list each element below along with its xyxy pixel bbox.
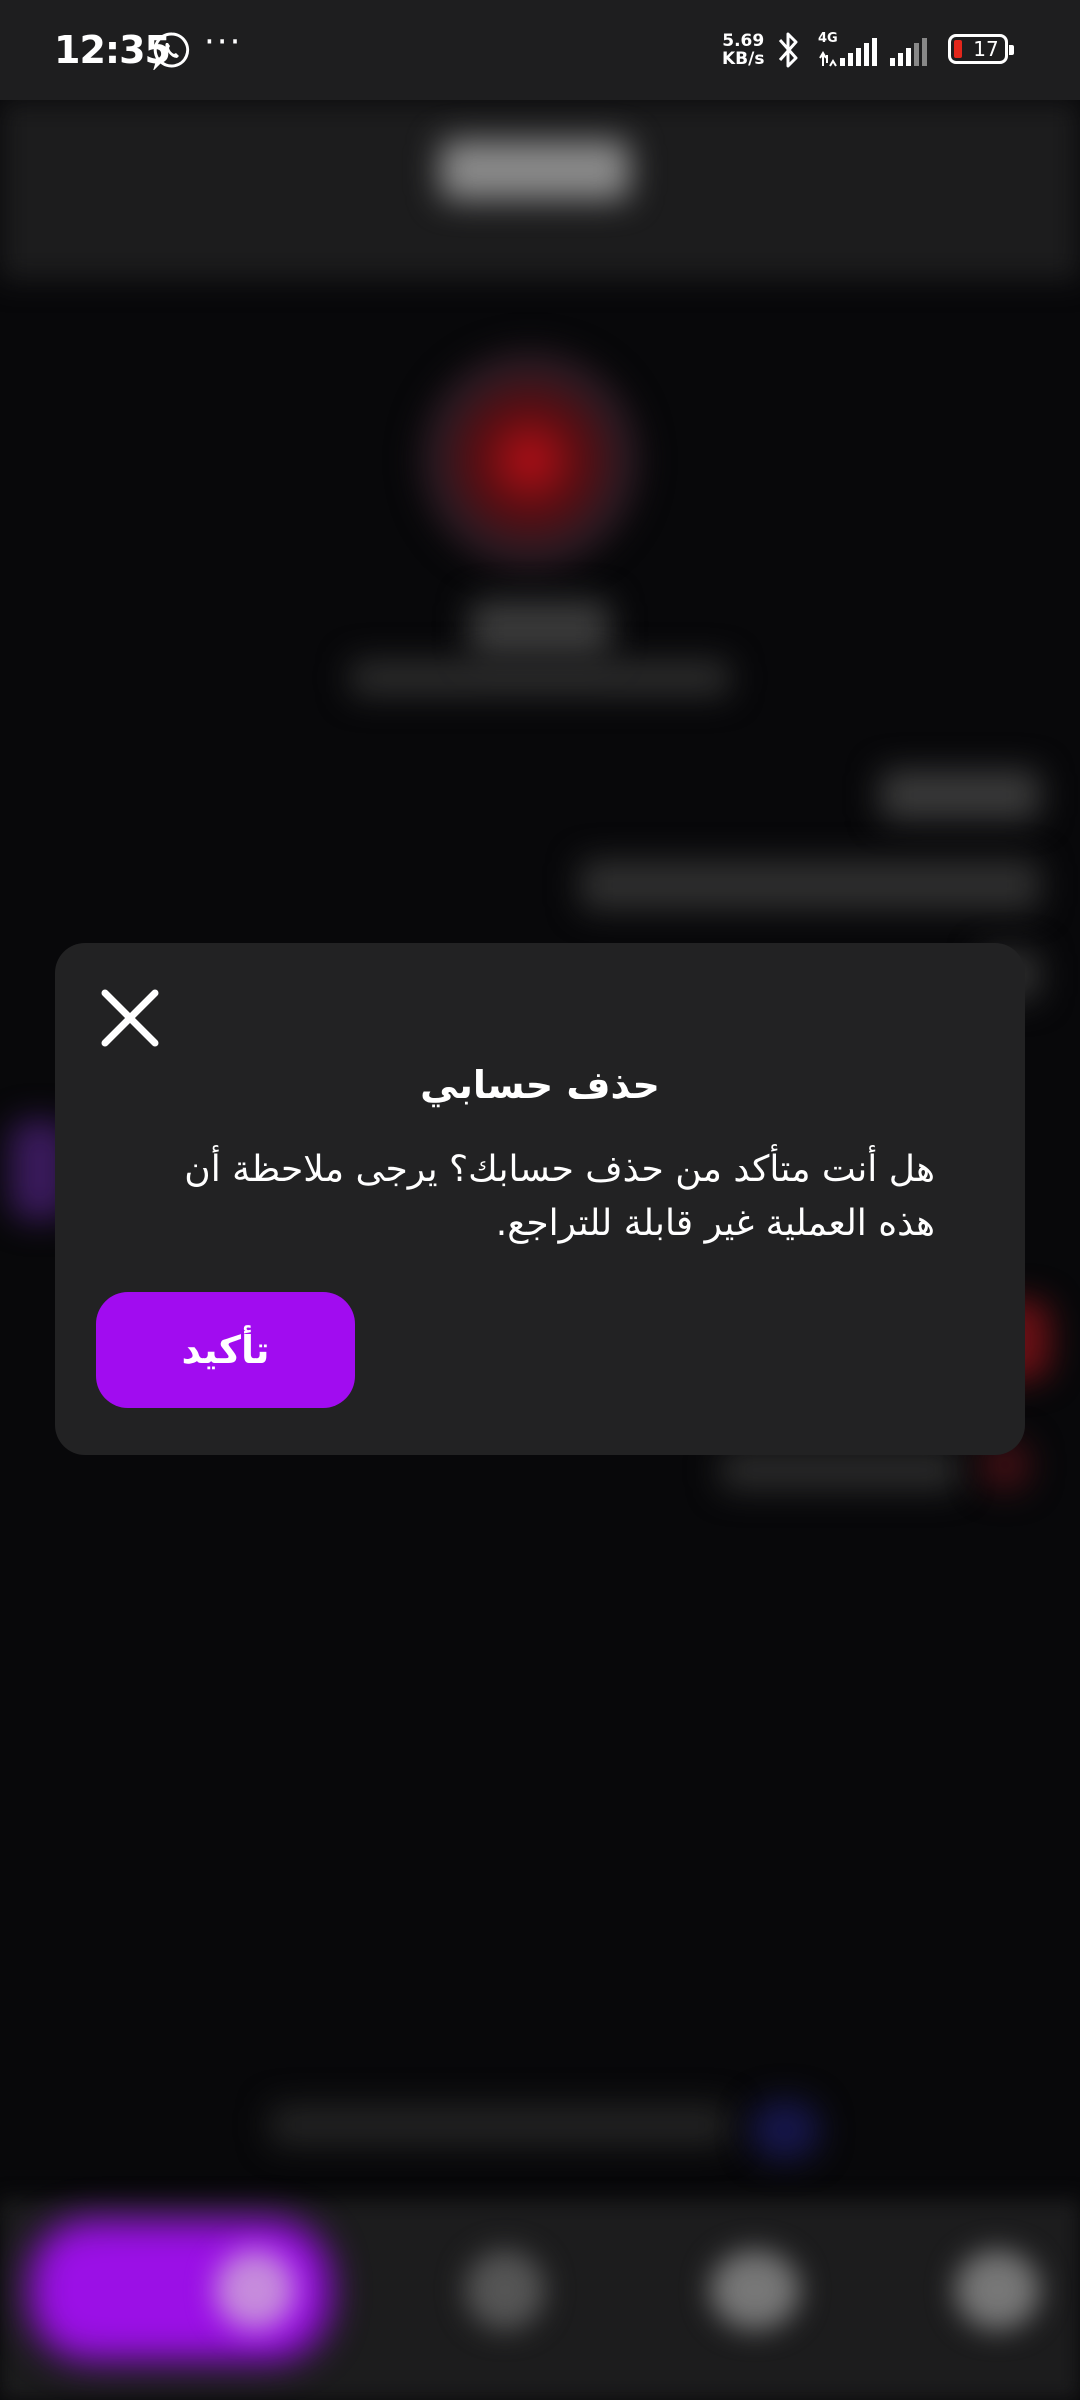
signal-4g-icon: 4G [818, 31, 877, 67]
background-page-title [440, 140, 630, 200]
nav-item-icon [465, 2250, 545, 2330]
svg-text:4G: 4G [818, 31, 838, 46]
background-row [880, 770, 1040, 820]
battery-level-fill [954, 40, 962, 58]
network-speed-value: 5.69 [722, 31, 765, 51]
status-bar: 12:35 ··· 5.69 KB/s 4G 17 [0, 0, 1080, 100]
close-icon[interactable] [95, 983, 165, 1053]
dialog-title: حذف حسابي [420, 1063, 660, 1107]
more-dots-icon: ··· [204, 22, 243, 62]
screen: 12:35 ··· 5.69 KB/s 4G 17 حذف حسابي هل أ… [0, 0, 1080, 2400]
nav-item-active-icon [215, 2250, 295, 2330]
background-footer-link [750, 2100, 820, 2160]
confirm-button[interactable]: تأكيد [96, 1292, 355, 1408]
background-footer-text [270, 2105, 730, 2145]
background-avatar [410, 340, 650, 580]
network-speed-unit: KB/s [722, 49, 765, 69]
background-user-name [470, 600, 610, 660]
delete-account-dialog: حذف حسابي هل أنت متأكد من حذف حسابك؟ يرج… [55, 943, 1025, 1455]
signal-icon [890, 38, 927, 66]
battery-level: 17 [973, 37, 999, 61]
nav-item-icon [710, 2250, 800, 2330]
whatsapp-icon [153, 32, 190, 70]
bluetooth-icon [778, 32, 798, 68]
background-user-email [350, 660, 730, 696]
network-speed: 5.69 KB/s [722, 32, 764, 68]
dialog-message: هل أنت متأكد من حذف حسابك؟ يرجى ملاحظة أ… [184, 1149, 935, 1244]
background-row [580, 860, 1040, 910]
background-row [720, 1450, 960, 1490]
battery-icon: 17 [948, 34, 1014, 64]
nav-item-icon [955, 2250, 1040, 2330]
